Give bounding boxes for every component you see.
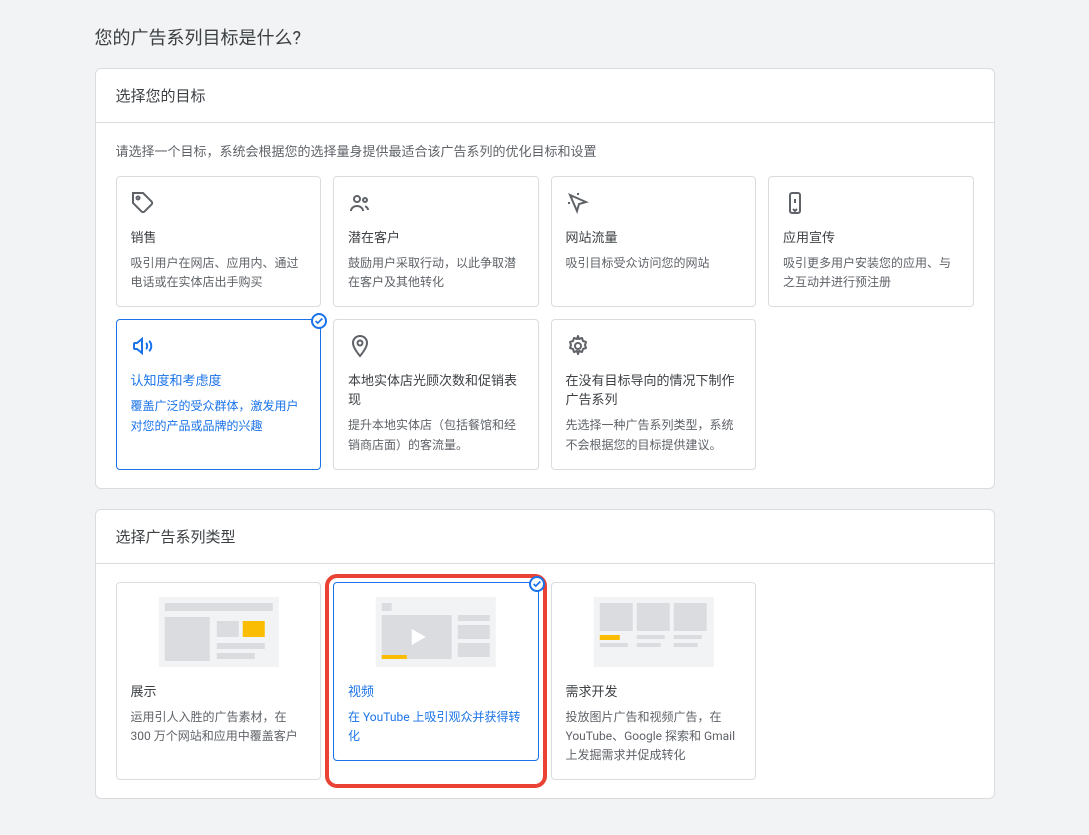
page-title: 您的广告系列目标是什么? (95, 24, 995, 50)
pin-icon (348, 334, 372, 358)
gear-icon (566, 334, 590, 358)
type-card-video[interactable]: 视频 在 YouTube 上吸引观众并获得转化 (333, 582, 539, 761)
tag-icon (131, 191, 155, 215)
goal-title: 网站流量 (566, 227, 742, 246)
goal-card-sales[interactable]: 销售 吸引用户在网店、应用内、通过电话或在实体店出手购买 (116, 176, 322, 307)
goal-title: 销售 (131, 227, 307, 246)
type-desc: 投放图片广告和视频广告，在 YouTube、Google 探索和 Gmail 上… (566, 708, 742, 766)
type-desc: 运用引人入胜的广告素材，在 300 万个网站和应用中覆盖客户 (131, 708, 307, 746)
type-card-video-highlight: 视频 在 YouTube 上吸引观众并获得转化 (325, 574, 547, 789)
goals-panel: 选择您的目标 请选择一个目标，系统会根据您的选择量身提供最适合该广告系列的优化目… (95, 68, 995, 489)
goal-desc: 覆盖广泛的受众群体，激发用户对您的产品或品牌的兴趣 (131, 397, 307, 435)
goal-title: 本地实体店光顾次数和促销表现 (348, 370, 524, 408)
goal-card-local[interactable]: 本地实体店光顾次数和促销表现 提升本地实体店（包括餐馆和经销商店面）的客流量。 (333, 319, 539, 469)
people-icon (348, 191, 372, 215)
goal-card-awareness[interactable]: 认知度和考虑度 覆盖广泛的受众群体，激发用户对您的产品或品牌的兴趣 (116, 319, 322, 469)
goal-desc: 吸引用户在网店、应用内、通过电话或在实体店出手购买 (131, 254, 307, 292)
cursor-icon (566, 191, 590, 215)
goal-card-traffic[interactable]: 网站流量 吸引目标受众访问您的网站 (551, 176, 757, 307)
goals-subtitle: 请选择一个目标，系统会根据您的选择量身提供最适合该广告系列的优化目标和设置 (116, 141, 974, 160)
goal-desc: 吸引目标受众访问您的网站 (566, 254, 742, 273)
check-icon (311, 313, 327, 329)
types-panel-header: 选择广告系列类型 (96, 510, 994, 564)
goal-title: 潜在客户 (348, 227, 524, 246)
megaphone-icon (131, 334, 155, 358)
demand-preview-icon (566, 597, 742, 667)
goal-card-none[interactable]: 在没有目标导向的情况下制作广告系列 先选择一种广告系列类型，系统不会根据您的目标… (551, 319, 757, 469)
type-title: 需求开发 (566, 681, 742, 700)
type-desc: 在 YouTube 上吸引观众并获得转化 (348, 708, 524, 746)
types-panel: 选择广告系列类型 展示 (95, 509, 995, 800)
goal-title: 在没有目标导向的情况下制作广告系列 (566, 370, 742, 408)
goal-title: 认知度和考虑度 (131, 370, 307, 389)
check-icon (529, 576, 545, 592)
goal-desc: 提升本地实体店（包括餐馆和经销商店面）的客流量。 (348, 416, 524, 454)
goal-card-app[interactable]: 应用宣传 吸引更多用户安装您的应用、与之互动并进行预注册 (768, 176, 974, 307)
type-card-demand[interactable]: 需求开发 投放图片广告和视频广告，在 YouTube、Google 探索和 Gm… (551, 582, 757, 781)
type-card-display[interactable]: 展示 运用引人入胜的广告素材，在 300 万个网站和应用中覆盖客户 (116, 582, 322, 781)
goal-desc: 鼓励用户采取行动，以此争取潜在客户及其他转化 (348, 254, 524, 292)
display-preview-icon (131, 597, 307, 667)
type-title: 展示 (131, 681, 307, 700)
goals-panel-header: 选择您的目标 (96, 69, 994, 123)
goal-desc: 吸引更多用户安装您的应用、与之互动并进行预注册 (783, 254, 959, 292)
type-title: 视频 (348, 681, 524, 700)
phone-icon (783, 191, 807, 215)
goal-card-leads[interactable]: 潜在客户 鼓励用户采取行动，以此争取潜在客户及其他转化 (333, 176, 539, 307)
goal-desc: 先选择一种广告系列类型，系统不会根据您的目标提供建议。 (566, 416, 742, 454)
goal-title: 应用宣传 (783, 227, 959, 246)
video-preview-icon (348, 597, 524, 667)
